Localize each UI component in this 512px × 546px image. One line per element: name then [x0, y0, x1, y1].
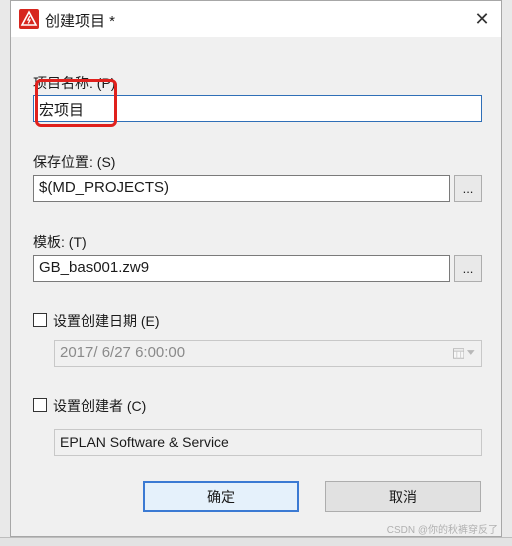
creation-date-label: 设置创建日期 (E): [53, 313, 160, 329]
save-location-browse-button[interactable]: ...: [454, 175, 482, 202]
project-name-label: 项目名称: (P): [33, 75, 116, 91]
chevron-down-icon: [467, 350, 475, 355]
template-label: 模板: (T): [33, 234, 87, 250]
save-location-label: 保存位置: (S): [33, 154, 116, 170]
template-input[interactable]: GB_bas001.zw9: [33, 255, 450, 282]
creator-checkbox[interactable]: [33, 398, 47, 412]
calendar-icon: [453, 348, 465, 359]
background-window-right: [501, 0, 512, 546]
title-bar: 创建项目 * ✕: [11, 1, 501, 37]
template-browse-button[interactable]: ...: [454, 255, 482, 282]
close-button[interactable]: ✕: [469, 7, 495, 31]
ok-button[interactable]: 确定: [143, 481, 299, 512]
save-location-input[interactable]: $(MD_PROJECTS): [33, 175, 450, 202]
watermark: CSDN @你的秋裤穿反了: [386, 525, 498, 536]
close-icon: ✕: [474, 8, 490, 29]
dialog-title: 创建项目 *: [45, 13, 116, 30]
cancel-button[interactable]: 取消: [325, 481, 481, 512]
creator-input: EPLAN Software & Service: [54, 429, 482, 456]
background-window-bottom: [0, 537, 512, 546]
eplan-warning-icon: [19, 9, 39, 29]
create-project-dialog: 创建项目 * ✕ 项目名称: (P) 宏项目 保存位置: (S) $(MD_PR…: [10, 0, 502, 537]
creation-date-picker: 2017/ 6/27 6:00:00: [54, 340, 482, 367]
creation-date-value: 2017/ 6/27 6:00:00: [60, 344, 186, 361]
creator-label: 设置创建者 (C): [53, 398, 147, 414]
creation-date-checkbox[interactable]: [33, 313, 47, 327]
project-name-input[interactable]: 宏项目: [33, 95, 482, 122]
